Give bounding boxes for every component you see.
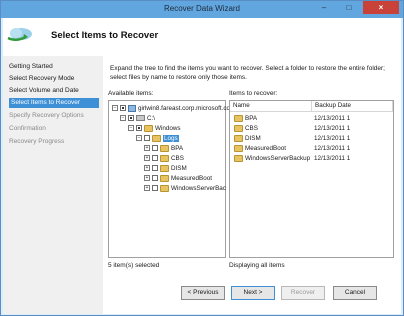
wizard-content: Expand the tree to find the items you wa… (103, 56, 401, 314)
collapse-icon[interactable]: − (120, 115, 126, 122)
nav-step-select-recovery-mode[interactable]: Select Recovery Mode (9, 74, 74, 84)
folder-icon (160, 144, 169, 152)
list-item[interactable]: DISM 12/13/2011 1 (230, 134, 393, 144)
tree-node-bpa[interactable]: + BPA (144, 144, 183, 154)
item-backup-date: 12/13/2011 1 (314, 145, 351, 152)
folder-icon (234, 124, 243, 132)
expand-icon[interactable]: + (144, 185, 150, 192)
items-to-recover-list[interactable]: Name Backup Date BPA 12/13/2011 1 CBS 12… (229, 100, 394, 258)
tree-node-label: girlwin8.fareast.corp.microsoft.co (138, 105, 231, 112)
item-backup-date: 12/13/2011 1 (314, 125, 351, 132)
checkbox[interactable] (128, 115, 134, 122)
checkbox[interactable] (144, 135, 150, 142)
collapse-icon[interactable]: − (136, 135, 142, 142)
tree-node-dism[interactable]: + DISM (144, 164, 187, 174)
available-items-label: Available items: (108, 90, 154, 97)
collapse-icon[interactable]: − (128, 125, 134, 132)
page-title: Select Items to Recover (51, 30, 159, 41)
item-backup-date: 12/13/2011 1 (314, 135, 351, 142)
collapse-icon[interactable]: − (112, 105, 118, 112)
item-name: DISM (245, 135, 261, 142)
expand-icon[interactable]: + (144, 175, 150, 182)
nav-step-select-volume-and-date[interactable]: Select Volume and Date (9, 86, 79, 96)
checkbox[interactable] (152, 145, 158, 152)
items-to-recover-label: Items to recover: (229, 90, 278, 97)
item-name: CBS (245, 125, 258, 132)
nav-step-recovery-progress: Recovery Progress (9, 138, 65, 145)
tree-node-windowsserverbackup[interactable]: + WindowsServerBac (144, 184, 226, 194)
title-bar[interactable]: Recover Data Wizard – □ × (1, 1, 403, 18)
tree-node-windows[interactable]: − Windows (128, 124, 181, 134)
checkbox[interactable] (152, 175, 158, 182)
tree-node-label: CBS (171, 155, 184, 162)
item-backup-date: 12/13/2011 1 (314, 115, 351, 122)
recover-data-wizard-window: Recover Data Wizard – □ × Select Items t… (0, 0, 404, 316)
wizard-steps-nav: Getting Started Select Recovery Mode Sel… (3, 56, 103, 314)
tree-node-measuredboot[interactable]: + MeasuredBoot (144, 174, 212, 184)
close-button[interactable]: × (363, 1, 399, 14)
folder-icon (234, 114, 243, 122)
folder-icon (160, 184, 169, 192)
tree-node-label: DISM (171, 165, 187, 172)
list-item[interactable]: CBS 12/13/2011 1 (230, 124, 393, 134)
minimize-button[interactable]: – (313, 1, 335, 14)
expand-icon[interactable]: + (144, 165, 150, 172)
folder-icon (160, 154, 169, 162)
checkbox[interactable] (136, 125, 142, 132)
backup-cloud-icon (7, 28, 32, 41)
item-name: WindowsServerBackup (245, 155, 311, 162)
wizard-header: Select Items to Recover (3, 18, 401, 56)
tree-node-drive-c[interactable]: − C:\ (120, 114, 155, 124)
tree-node-label: BPA (171, 145, 184, 152)
nav-step-confirmation: Confirmation (9, 125, 46, 132)
expand-icon[interactable]: + (144, 145, 150, 152)
header-divider (230, 111, 393, 112)
folder-icon (234, 154, 243, 162)
instructions-text: Expand the tree to find the items you wa… (110, 65, 385, 81)
list-item[interactable]: WindowsServerBackup 12/13/2011 1 (230, 154, 393, 164)
available-items-tree[interactable]: − girlwin8.fareast.corp.microsoft.co − C:\… (108, 100, 230, 258)
list-item[interactable]: BPA 12/13/2011 1 (230, 114, 393, 124)
tree-node-label: C:\ (147, 115, 156, 122)
item-name: MeasuredBoot (245, 145, 286, 152)
checkbox[interactable] (152, 165, 158, 172)
cancel-button[interactable]: Cancel (333, 286, 377, 300)
tree-node-label: MeasuredBoot (171, 175, 212, 182)
nav-step-specify-recovery-options: Specify Recovery Options (9, 112, 84, 119)
tree-node-label: Windows (155, 125, 181, 132)
folder-icon (234, 134, 243, 142)
tree-node-computer[interactable]: − girlwin8.fareast.corp.microsoft.co (112, 104, 230, 114)
wizard-body: Getting Started Select Recovery Mode Sel… (3, 56, 401, 314)
list-item[interactable]: MeasuredBoot 12/13/2011 1 (230, 144, 393, 154)
folder-icon (152, 134, 161, 142)
selected-count-text: 5 item(s) selected (108, 262, 160, 269)
previous-button[interactable]: < Previous (181, 286, 225, 300)
nav-step-select-items-to-recover[interactable]: Select Items to Recover (9, 98, 99, 108)
folder-icon (160, 164, 169, 172)
tree-node-label: WindowsServerBac (171, 185, 226, 192)
tree-node-cbs[interactable]: + CBS (144, 154, 184, 164)
checkbox[interactable] (120, 105, 126, 112)
tree-node-logs[interactable]: − Logs (136, 134, 179, 144)
expand-icon[interactable]: + (144, 155, 150, 162)
displaying-items-text: Displaying all items (229, 262, 285, 269)
column-header-name[interactable]: Name (230, 101, 312, 111)
item-backup-date: 12/13/2011 1 (314, 155, 351, 162)
computer-icon (128, 104, 136, 112)
next-button[interactable]: Next > (231, 286, 275, 300)
item-name: BPA (245, 115, 258, 122)
column-header-backup-date[interactable]: Backup Date (312, 101, 393, 111)
checkbox[interactable] (152, 185, 158, 192)
maximize-button[interactable]: □ (338, 1, 360, 14)
drive-icon (136, 115, 145, 122)
tree-node-label: Logs (163, 135, 179, 142)
folder-icon (144, 124, 153, 132)
recover-button: Recover (281, 286, 325, 300)
nav-step-getting-started[interactable]: Getting Started (9, 62, 53, 72)
checkbox[interactable] (152, 155, 158, 162)
folder-icon (160, 174, 169, 182)
folder-icon (234, 144, 243, 152)
